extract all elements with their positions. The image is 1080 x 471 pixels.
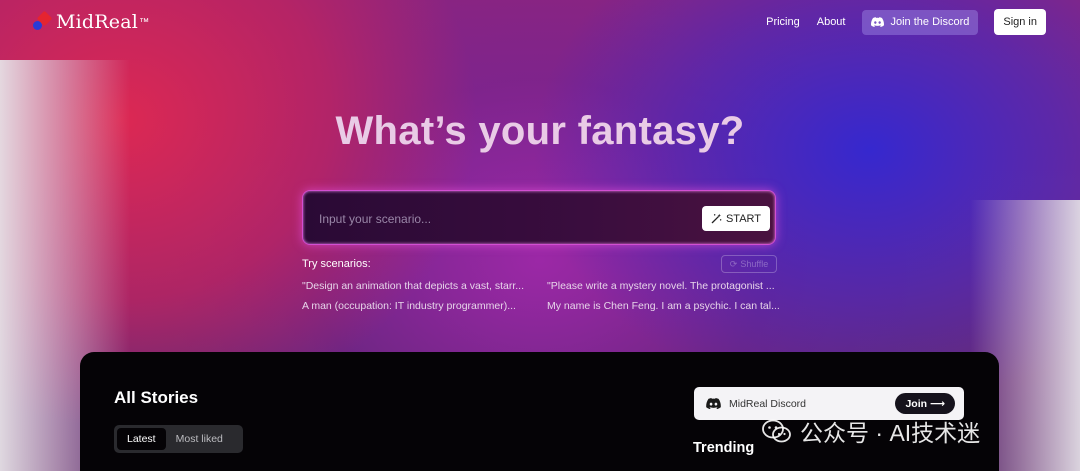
hero-title: What’s your fantasy? [335,109,745,153]
brand-trademark: ™ [139,16,150,28]
shuffle-label: Shuffle [740,259,769,269]
join-discord-label: Join the Discord [890,16,970,28]
scenario-input[interactable] [319,209,689,229]
scenario-suggestion[interactable]: "Please write a mystery novel. The prota… [547,280,779,292]
scenario-input-box: START [302,190,776,245]
join-button[interactable]: Join ⟶ [895,393,955,414]
discord-card-label: MidReal Discord [729,397,807,410]
nav-about-link[interactable]: About [817,16,846,28]
join-discord-button[interactable]: Join the Discord [862,9,979,35]
watermark: 公众号 · AI技术迷 [762,414,980,448]
logo-mark-icon [32,10,53,32]
shuffle-button[interactable]: ⟳ Shuffle [721,255,777,273]
scenario-suggestion[interactable]: My name is Chen Feng. I am a psychic. I … [547,300,779,312]
tab-most-liked[interactable]: Most liked [166,428,233,450]
stories-tabs: Latest Most liked [114,425,243,453]
discord-icon [706,398,721,409]
top-nav: Pricing About Join the Discord Sign in [766,9,1046,35]
brand-logo[interactable]: MidReal ™ [32,10,149,34]
shuffle-icon: ⟳ [729,258,738,269]
all-stories-title: All Stories [114,388,199,407]
scenario-suggestion[interactable]: A man (occupation: IT industry programme… [302,300,534,312]
tab-latest[interactable]: Latest [117,428,166,450]
scenario-suggestion[interactable]: "Design an animation that depicts a vast… [302,280,534,292]
start-label: START [725,212,761,225]
wechat-icon [762,419,791,442]
try-scenarios-label: Try scenarios: [302,258,371,270]
watermark-text: 公众号 · AI技术迷 [800,420,981,446]
brand-name: MidReal [56,11,139,33]
nav-pricing-link[interactable]: Pricing [766,16,800,28]
magic-wand-icon [711,213,722,224]
start-button[interactable]: START [701,206,770,231]
discord-icon [871,17,885,27]
trending-title: Trending [693,440,755,456]
sign-in-button[interactable]: Sign in [994,9,1046,35]
